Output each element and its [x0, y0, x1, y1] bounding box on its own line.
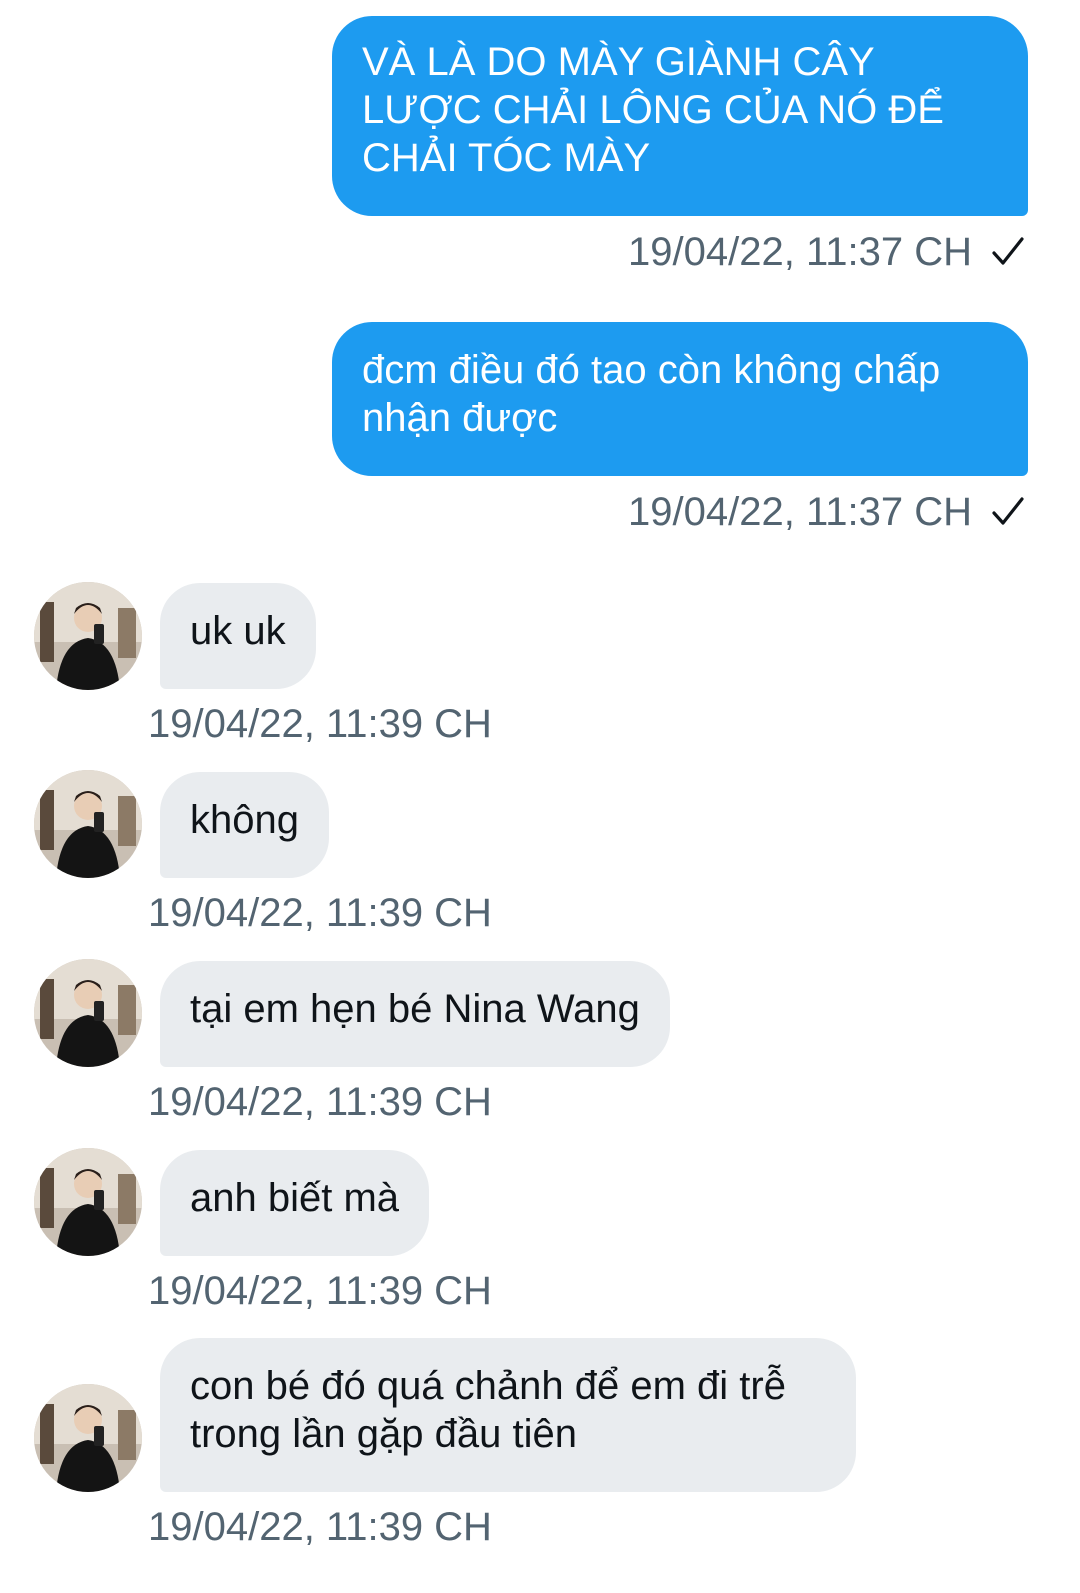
sent-check-icon	[992, 237, 1024, 265]
incoming-message-bubble[interactable]: con bé đó quá chảnh để em đi trễ trong l…	[160, 1338, 856, 1492]
message-timestamp: 19/04/22, 11:39 CH	[148, 702, 492, 746]
outgoing-message-bubble[interactable]: VÀ LÀ DO MÀY GIÀNH CÂY LƯỢC CHẢI LÔNG CỦ…	[332, 16, 1028, 216]
avatar[interactable]	[34, 1384, 142, 1492]
sent-check-icon	[992, 497, 1024, 525]
conversation-thread: VÀ LÀ DO MÀY GIÀNH CÂY LƯỢC CHẢI LÔNG CỦ…	[0, 0, 1080, 1593]
incoming-message-bubble[interactable]: uk uk	[160, 583, 316, 689]
message-timestamp: 19/04/22, 11:37 CH	[628, 230, 972, 274]
incoming-message-bubble[interactable]: không	[160, 772, 329, 878]
message-timestamp: 19/04/22, 11:39 CH	[148, 1269, 492, 1313]
incoming-message-bubble[interactable]: anh biết mà	[160, 1150, 430, 1256]
message-timestamp: 19/04/22, 11:39 CH	[148, 1080, 492, 1124]
avatar[interactable]	[34, 770, 142, 878]
message-timestamp: 19/04/22, 11:39 CH	[148, 891, 492, 935]
message-timestamp: 19/04/22, 11:37 CH	[628, 490, 972, 534]
message-timestamp: 19/04/22, 11:39 CH	[148, 1505, 492, 1549]
avatar[interactable]	[34, 582, 142, 690]
avatar[interactable]	[34, 959, 142, 1067]
avatar[interactable]	[34, 1148, 142, 1256]
outgoing-message-bubble[interactable]: đcm điều đó tao còn không chấp nhận được	[332, 322, 1028, 476]
incoming-message-bubble[interactable]: tại em hẹn bé Nina Wang	[160, 961, 670, 1067]
